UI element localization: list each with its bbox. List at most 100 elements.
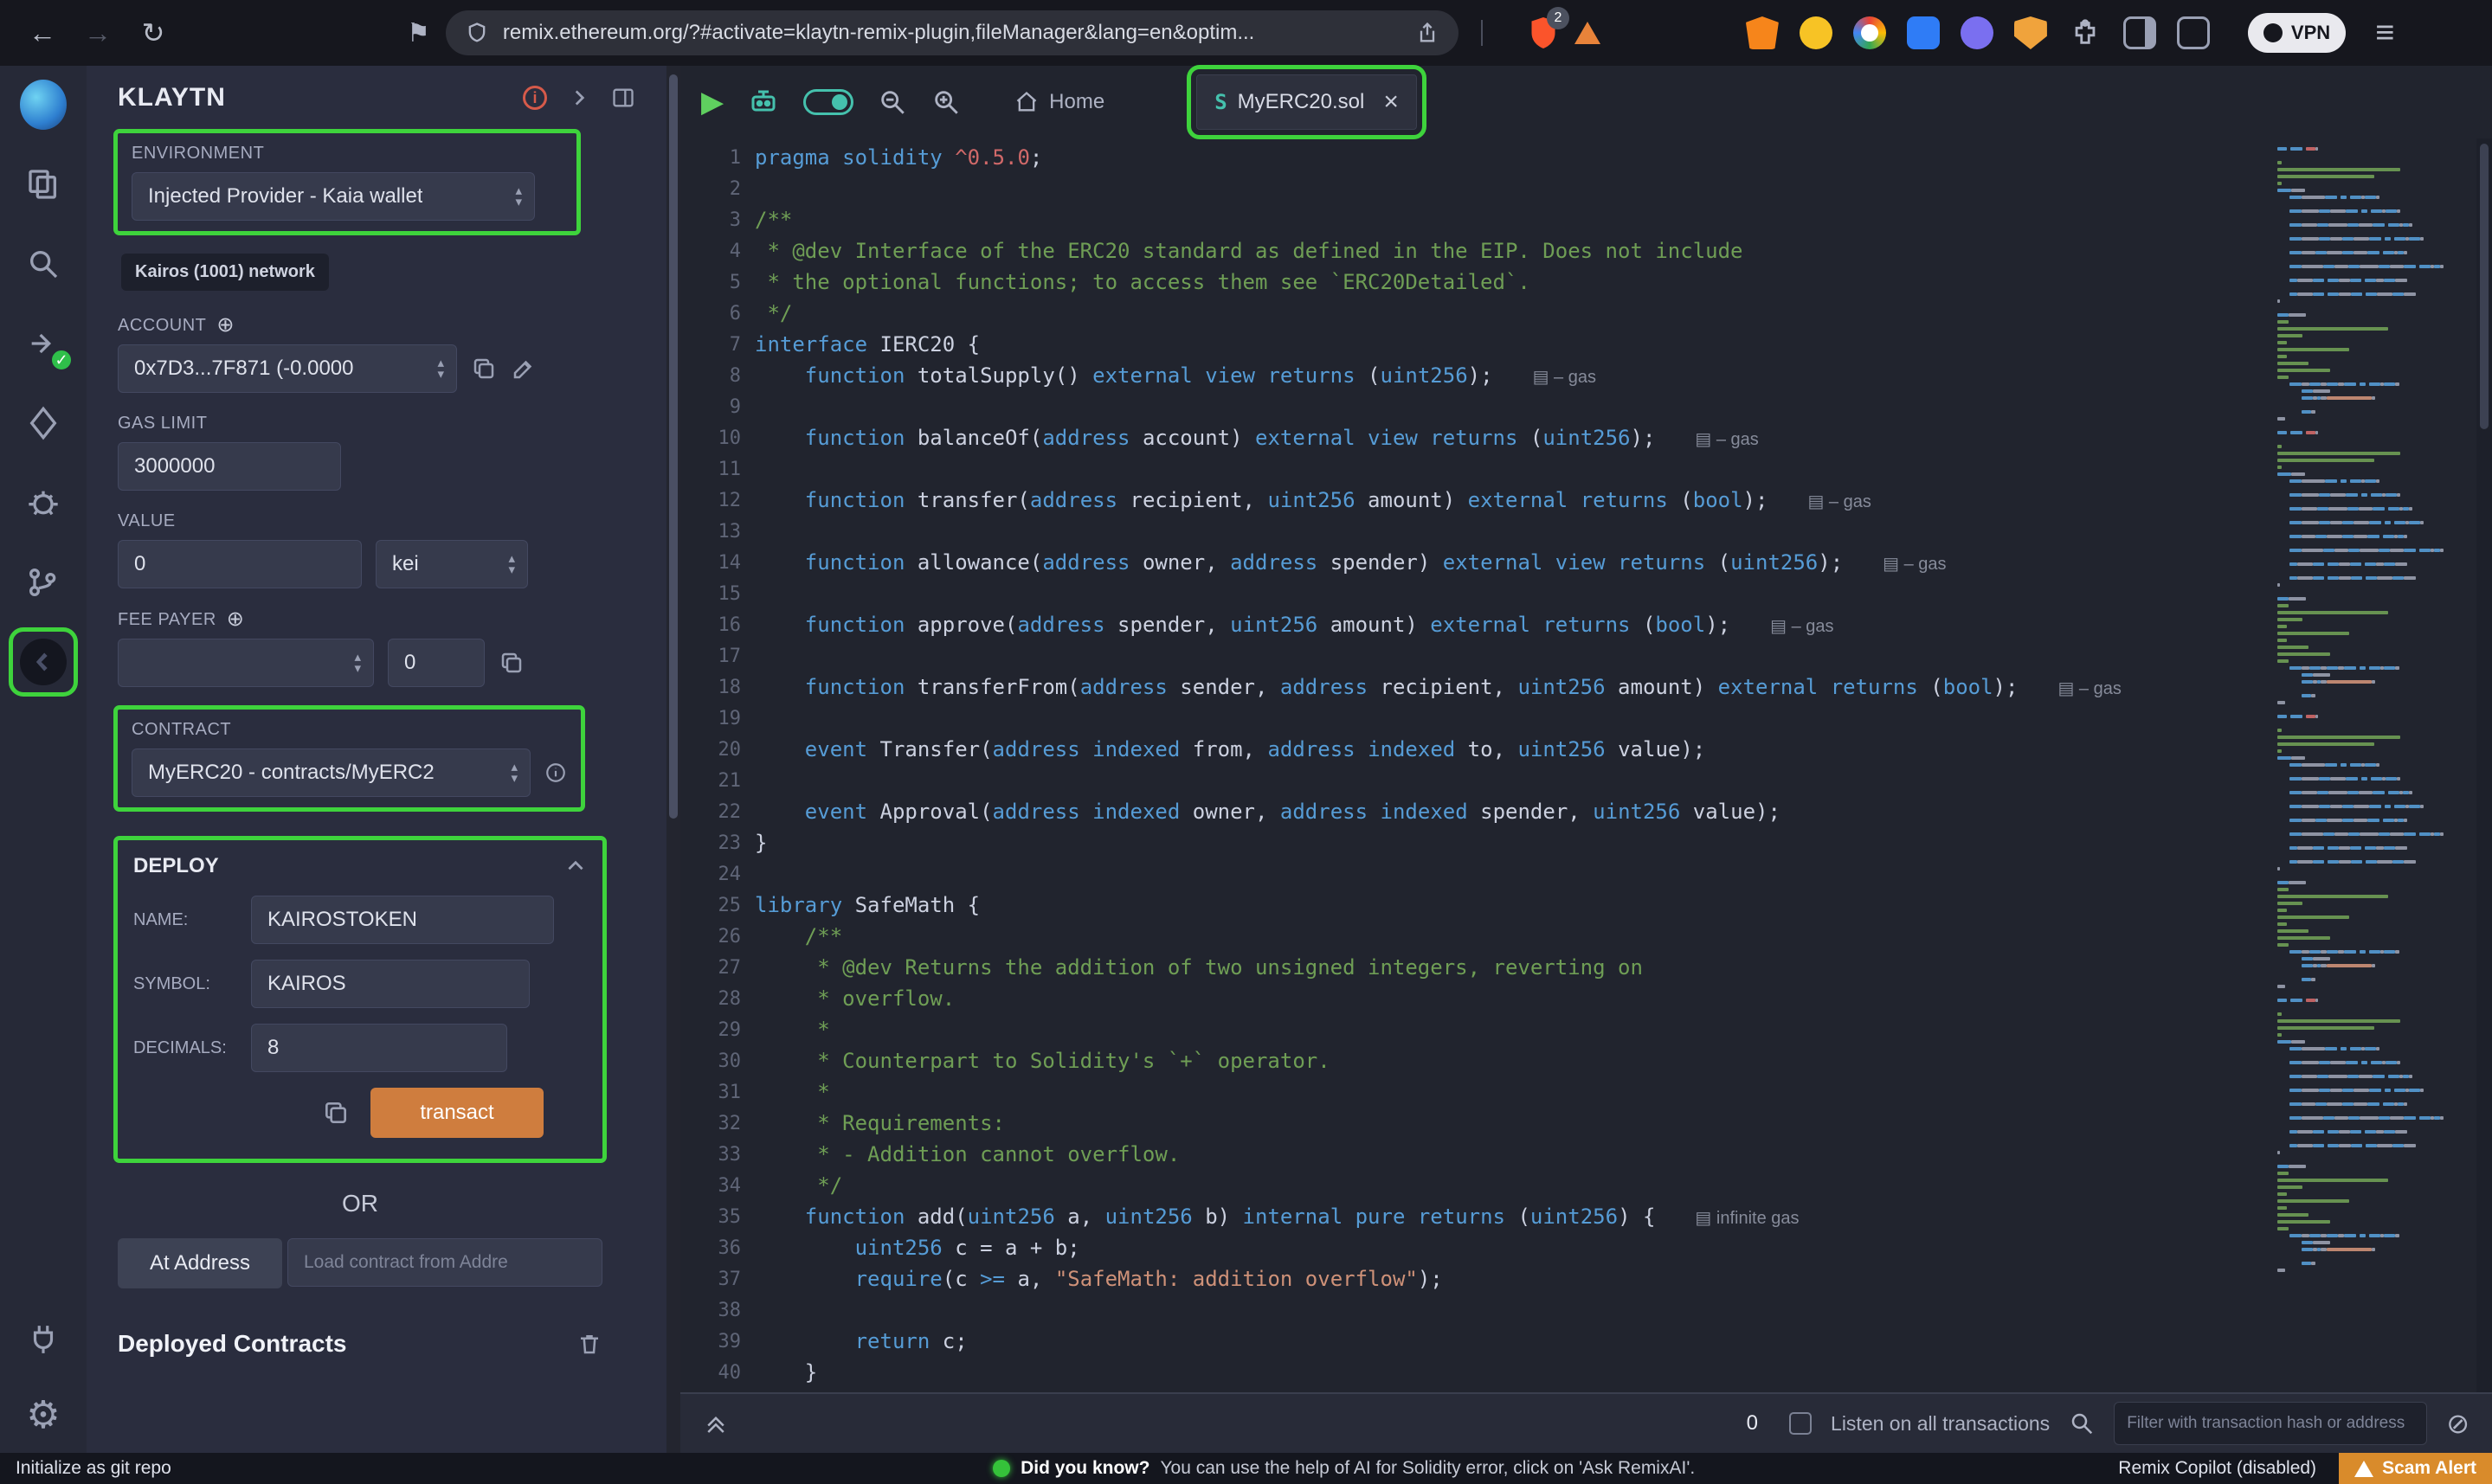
code-line[interactable]: 38 (680, 1294, 2270, 1326)
site-info-icon[interactable] (465, 21, 489, 45)
editor-toggle[interactable] (803, 89, 853, 115)
code-line[interactable]: 35 function add(uint256 a, uint256 b) in… (680, 1201, 2270, 1232)
code-line[interactable]: 34 */ (680, 1170, 2270, 1201)
deploy-header[interactable]: DEPLOY (133, 854, 587, 878)
add-account-icon[interactable]: ⊕ (216, 315, 235, 336)
scam-alert-badge[interactable]: Scam Alert (2339, 1453, 2492, 1484)
value-unit-select[interactable]: kei ▴▾ (376, 540, 528, 588)
at-address-input[interactable] (287, 1238, 602, 1287)
code-line[interactable]: 37 require(c >= a, "SafeMath: addition o… (680, 1263, 2270, 1294)
code-line[interactable]: 4 * @dev Interface of the ERC20 standard… (680, 235, 2270, 267)
settings-icon[interactable]: ⚙ (20, 1392, 67, 1439)
clear-contracts-icon[interactable] (576, 1331, 602, 1357)
code-line[interactable]: 7interface IERC20 { (680, 329, 2270, 360)
name-input[interactable] (251, 896, 554, 944)
code-line[interactable]: 28 * overflow. (680, 983, 2270, 1014)
code-line[interactable]: 31 * (680, 1076, 2270, 1108)
panel-expand-icon[interactable] (568, 87, 590, 109)
code-line[interactable]: 40 } (680, 1357, 2270, 1388)
code-line[interactable]: 1pragma solidity ^0.5.0; (680, 142, 2270, 173)
shield-extension-icon[interactable] (2014, 16, 2047, 49)
code-line[interactable]: 32 * Requirements: (680, 1108, 2270, 1139)
code-line[interactable]: 22 event Approval(address indexed owner,… (680, 796, 2270, 827)
code-line[interactable]: 24 (680, 858, 2270, 890)
editor-scrollbar[interactable] (2476, 138, 2492, 1392)
zoom-in-button[interactable] (931, 87, 961, 117)
git-icon[interactable] (20, 559, 67, 606)
code-line[interactable]: 27 * @dev Returns the addition of two un… (680, 952, 2270, 983)
code-line[interactable]: 23} (680, 827, 2270, 858)
collapse-icon[interactable] (564, 855, 587, 877)
remix-logo-icon[interactable] (20, 81, 67, 128)
plugin-manager-icon[interactable] (20, 1316, 67, 1363)
add-fee-payer-icon[interactable]: ⊕ (227, 609, 245, 630)
terminal-search-icon[interactable] (2069, 1410, 2095, 1436)
fee-payer-amount-input[interactable] (388, 639, 485, 687)
panel-scrollbar[interactable] (666, 66, 680, 1453)
minimap[interactable] (2270, 138, 2476, 1392)
code-line[interactable]: 20 event Transfer(address indexed from, … (680, 734, 2270, 765)
code-line[interactable]: 15 (680, 578, 2270, 609)
code-line[interactable]: 25library SafeMath { (680, 890, 2270, 921)
code-line[interactable]: 10 function balanceOf(address account) e… (680, 422, 2270, 453)
fee-payer-select[interactable]: ▴▾ (118, 639, 374, 687)
wallet-extension-icon[interactable] (1800, 16, 1832, 49)
code-line[interactable]: 5 * the optional functions; to access th… (680, 267, 2270, 298)
decimals-input[interactable] (251, 1024, 507, 1072)
back-button[interactable]: ← (23, 19, 62, 47)
extension-blue-icon[interactable] (1907, 16, 1940, 49)
run-script-button[interactable]: ▶ (701, 87, 724, 117)
close-tab-icon[interactable]: × (1383, 89, 1399, 115)
code-line[interactable]: 14 function allowance(address owner, add… (680, 547, 2270, 578)
value-input[interactable] (118, 540, 362, 588)
filter-input[interactable] (2114, 1402, 2427, 1445)
gas-limit-input[interactable] (118, 442, 341, 491)
zoom-out-button[interactable] (878, 87, 907, 117)
copy-account-icon[interactable] (471, 356, 497, 382)
debugger-icon[interactable] (20, 479, 67, 526)
scrollbar-thumb[interactable] (2480, 144, 2489, 429)
code-line[interactable]: 29 * (680, 1014, 2270, 1045)
tab-myerc20[interactable]: S MyERC20.sol × (1196, 74, 1417, 130)
file-explorer-icon[interactable] (20, 161, 67, 208)
deploy-run-icon[interactable]: ✓ (20, 320, 67, 367)
code-line[interactable]: 26 /** (680, 921, 2270, 952)
brave-shield-icon[interactable]: 2 (1528, 16, 1559, 50)
code-line[interactable]: 8 function totalSupply() external view r… (680, 360, 2270, 391)
reading-list-icon[interactable] (2177, 16, 2210, 49)
edit-account-icon[interactable] (511, 356, 537, 382)
profile-icon[interactable] (1853, 16, 1886, 49)
contract-select[interactable]: MyERC20 - contracts/MyERC2 ▴▾ (132, 748, 531, 797)
block-icon[interactable]: ⊘ (2446, 1410, 2469, 1437)
code-line[interactable]: 18 function transferFrom(address sender,… (680, 671, 2270, 703)
code-line[interactable]: 13 (680, 516, 2270, 547)
environment-select[interactable]: Injected Provider - Kaia wallet ▴▾ (132, 172, 535, 221)
code-line[interactable]: 9 (680, 391, 2270, 422)
code-line[interactable]: 17 (680, 640, 2270, 671)
side-panel-icon[interactable] (2123, 16, 2156, 49)
copy-fee-payer-icon[interactable] (499, 650, 525, 676)
bookmark-icon[interactable]: ⚑ (407, 18, 430, 48)
metamask-icon[interactable] (1746, 16, 1779, 49)
code-line[interactable]: 16 function approve(address spender, uin… (680, 609, 2270, 640)
code-line[interactable]: 12 function transfer(address recipient, … (680, 485, 2270, 516)
contract-info-icon[interactable] (544, 761, 567, 784)
code-line[interactable]: 36 uint256 c = a + b; (680, 1232, 2270, 1263)
transact-button[interactable]: transact (370, 1088, 544, 1138)
code-line[interactable]: 30 * Counterpart to Solidity's `+` opera… (680, 1045, 2270, 1076)
url-bar[interactable]: remix.ethereum.org/?#activate=klaytn-rem… (446, 10, 1458, 55)
code-line[interactable]: 2 (680, 173, 2270, 204)
reload-button[interactable]: ↻ (133, 19, 173, 47)
forward-button[interactable]: → (78, 19, 118, 47)
code-line[interactable]: 19 (680, 703, 2270, 734)
klaytn-plugin-icon[interactable] (20, 639, 67, 685)
panel-info-icon[interactable]: i (523, 86, 547, 110)
remixai-icon[interactable] (748, 87, 779, 118)
code-line[interactable]: 6 */ (680, 298, 2270, 329)
warning-icon[interactable] (1574, 22, 1600, 44)
panel-layout-icon[interactable] (611, 86, 635, 110)
menu-button[interactable]: ≡ (2375, 15, 2394, 52)
search-icon[interactable] (20, 241, 67, 287)
listen-checkbox[interactable] (1789, 1412, 1812, 1435)
copilot-status[interactable]: Remix Copilot (disabled) (2118, 1458, 2316, 1479)
